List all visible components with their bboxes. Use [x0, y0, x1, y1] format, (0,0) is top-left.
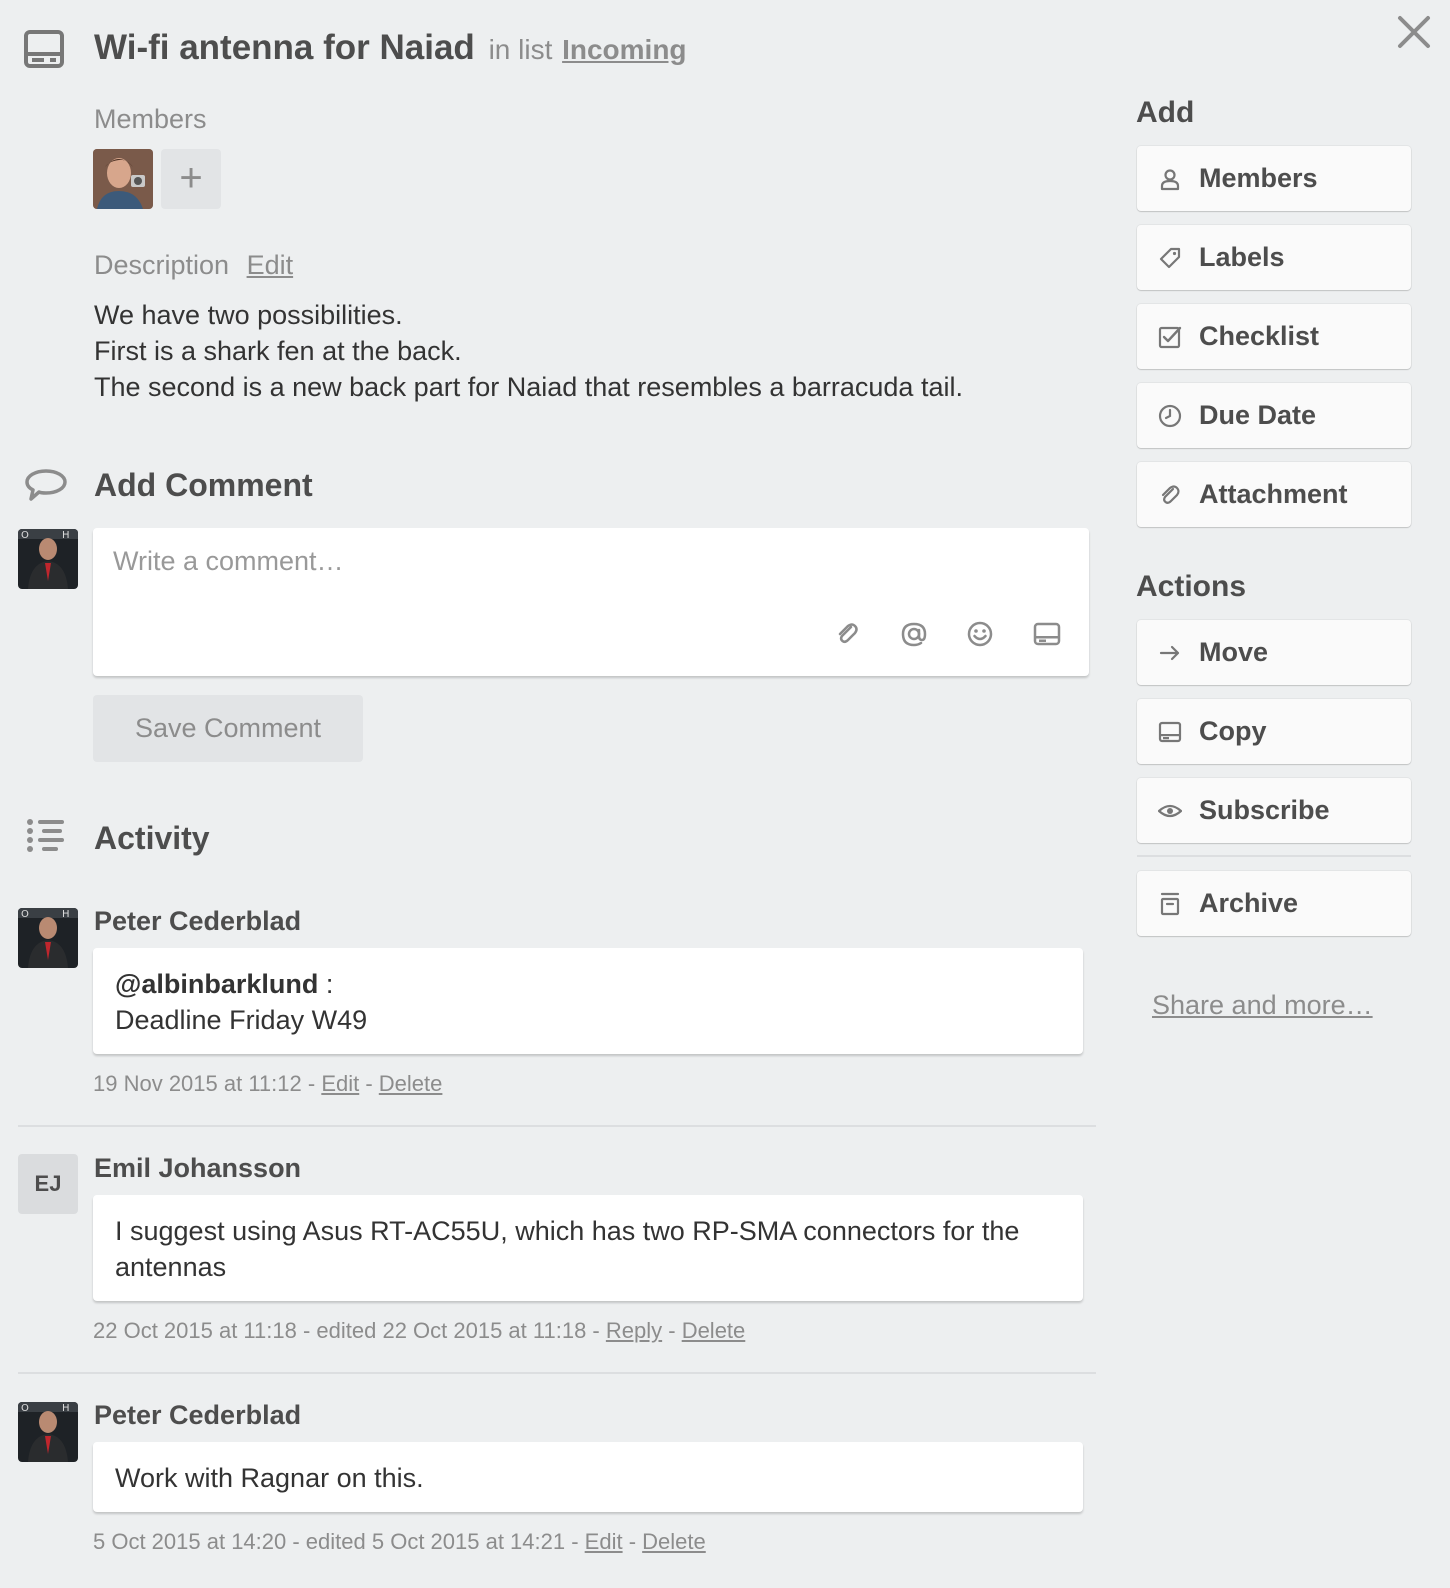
card-title[interactable]: Wi-fi antenna for Naiad in list Incoming — [94, 28, 687, 68]
activity-avatar[interactable] — [18, 908, 78, 968]
list-link[interactable]: Incoming — [562, 34, 686, 65]
add-member-button[interactable]: + — [161, 149, 221, 209]
actions-heading: Actions — [1136, 570, 1247, 603]
card-title-text[interactable]: Wi-fi antenna for Naiad — [94, 28, 475, 67]
comment-bubble-icon — [24, 468, 68, 507]
activity-title: Activity — [94, 820, 210, 856]
activity-meta: 5 Oct 2015 at 14:20 - edited 5 Oct 2015 … — [93, 1529, 706, 1555]
edit-link[interactable]: Edit — [321, 1071, 359, 1096]
due-date-button-label: Due Date — [1199, 400, 1317, 430]
eye-icon — [1157, 798, 1183, 824]
subscribe-button[interactable]: Subscribe — [1137, 778, 1411, 843]
description-label: Description Edit — [94, 250, 293, 281]
activity-divider — [18, 1372, 1096, 1374]
description-label-text: Description — [94, 250, 230, 280]
activity-comment: @albinbarklund : Deadline Friday W49 — [93, 948, 1083, 1054]
description-text[interactable]: We have two possibilities. First is a sh… — [94, 297, 963, 405]
activity-avatar[interactable]: EJ — [18, 1154, 78, 1214]
checklist-button-label: Checklist — [1199, 321, 1320, 351]
add-heading: Add — [1136, 96, 1195, 129]
activity-comment: I suggest using Asus RT-AC55U, which has… — [93, 1195, 1083, 1301]
members-button[interactable]: Members — [1137, 146, 1411, 211]
emoji-icon[interactable] — [966, 620, 994, 648]
activity-timestamp: 19 Nov 2015 at 11:12 - — [93, 1071, 322, 1096]
card-icon — [1157, 719, 1183, 745]
members-button-label: Members — [1199, 163, 1318, 193]
mention-icon[interactable] — [900, 620, 928, 648]
comment-text: Work with Ragnar on this. — [115, 1463, 424, 1493]
description-edit-link[interactable]: Edit — [247, 250, 294, 280]
labels-button[interactable]: Labels — [1137, 225, 1411, 290]
activity-divider — [18, 1125, 1096, 1127]
sidebar-divider — [1137, 855, 1411, 857]
mention-suffix: : — [318, 969, 334, 999]
activity-author[interactable]: Peter Cederblad — [94, 1400, 301, 1431]
share-and-more-link[interactable]: Share and more… — [1152, 990, 1373, 1021]
comment-mention-line: @albinbarklund : — [115, 966, 1061, 1002]
activity-avatar[interactable] — [18, 1402, 78, 1462]
members-label: Members — [94, 104, 207, 134]
archive-icon — [1157, 891, 1183, 917]
comment-text: I suggest using Asus RT-AC55U, which has… — [115, 1216, 1020, 1282]
activity-list-icon — [24, 818, 68, 859]
close-icon[interactable] — [1396, 14, 1432, 50]
due-date-button[interactable]: Due Date — [1137, 383, 1411, 448]
attachment-button[interactable]: Attachment — [1137, 462, 1411, 527]
copy-button[interactable]: Copy — [1137, 699, 1411, 764]
comment-text: Deadline Friday W49 — [115, 1005, 368, 1035]
meta-separator: - — [662, 1318, 682, 1343]
edit-link[interactable]: Edit — [585, 1529, 623, 1554]
card-attach-icon[interactable] — [1033, 620, 1061, 648]
meta-separator: - — [359, 1071, 379, 1096]
mention-link[interactable]: @albinbarklund — [115, 969, 318, 999]
archive-button-label: Archive — [1199, 888, 1299, 918]
comment-input[interactable] — [113, 546, 1063, 606]
delete-link[interactable]: Delete — [379, 1071, 443, 1096]
delete-link[interactable]: Delete — [682, 1318, 746, 1343]
activity-meta: 19 Nov 2015 at 11:12 - Edit - Delete — [93, 1071, 442, 1097]
tag-icon — [1157, 245, 1183, 271]
member-avatar[interactable] — [93, 149, 153, 209]
current-user-avatar — [18, 529, 78, 589]
save-comment-button[interactable]: Save Comment — [93, 695, 363, 762]
labels-button-label: Labels — [1199, 242, 1285, 272]
paperclip-icon — [1157, 482, 1183, 508]
subscribe-button-label: Subscribe — [1199, 795, 1330, 825]
move-button[interactable]: Move — [1137, 620, 1411, 685]
clock-icon — [1157, 403, 1183, 429]
person-icon — [1157, 166, 1183, 192]
in-list-prefix: in list — [488, 34, 553, 65]
activity-author[interactable]: Emil Johansson — [94, 1153, 301, 1184]
reply-link[interactable]: Reply — [606, 1318, 662, 1343]
checkbox-icon — [1157, 324, 1183, 350]
attachment-icon[interactable] — [833, 620, 861, 648]
checklist-button[interactable]: Checklist — [1137, 304, 1411, 369]
meta-separator: - — [622, 1529, 643, 1554]
attachment-button-label: Attachment — [1199, 479, 1348, 509]
arrow-right-icon — [1157, 640, 1183, 666]
activity-meta: 22 Oct 2015 at 11:18 - edited 22 Oct 201… — [93, 1318, 745, 1344]
move-button-label: Move — [1199, 637, 1269, 667]
activity-timestamp: 5 Oct 2015 at 14:20 - edited 5 Oct 2015 … — [93, 1529, 585, 1554]
copy-button-label: Copy — [1199, 716, 1267, 746]
delete-link[interactable]: Delete — [642, 1529, 706, 1554]
comment-box[interactable] — [93, 528, 1089, 676]
add-comment-title: Add Comment — [94, 467, 313, 503]
archive-button[interactable]: Archive — [1137, 871, 1411, 936]
card-icon — [24, 30, 64, 68]
activity-comment: Work with Ragnar on this. — [93, 1442, 1083, 1512]
activity-timestamp: 22 Oct 2015 at 11:18 - edited 22 Oct 201… — [93, 1318, 606, 1343]
activity-author[interactable]: Peter Cederblad — [94, 906, 301, 937]
